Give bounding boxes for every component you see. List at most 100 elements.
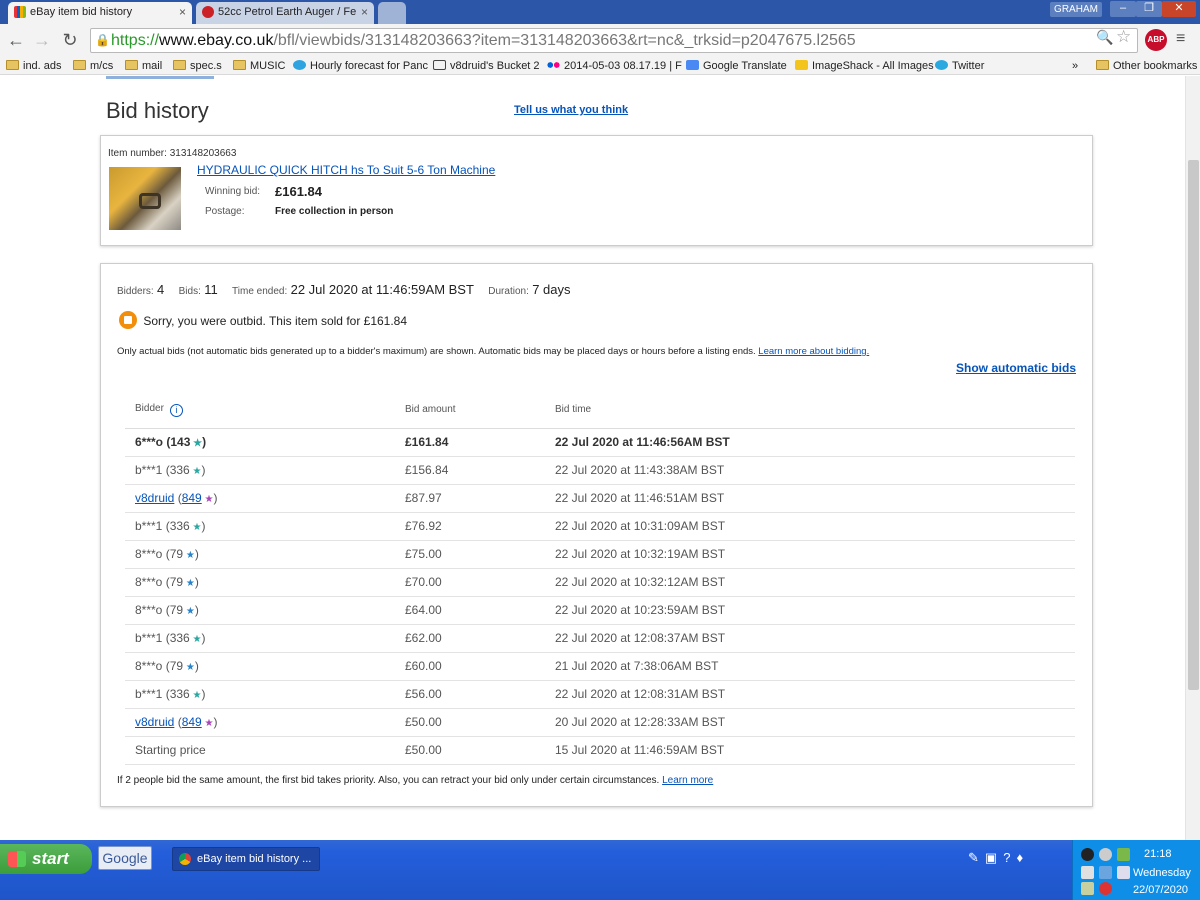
bid-time-cell: 15 Jul 2020 at 11:46:59AM BST [545, 736, 1075, 765]
bookmarks-bar: ind. ads m/cs mail spec.s MUSIC Hourly f… [0, 57, 1200, 75]
maximize-button[interactable]: ❐ [1136, 1, 1162, 17]
quick-launch-tray: ✎ ▣? ♦ [968, 850, 1029, 874]
bid-time-cell: 22 Jul 2020 at 12:08:31AM BST [545, 680, 1075, 709]
imageshack-icon [795, 60, 808, 70]
bids-label: Bids: [178, 286, 201, 297]
chat-icon[interactable]: ▣ [985, 850, 997, 865]
table-row: 8***o (79 ★) £64.00 22 Jul 2020 at 10:23:5… [125, 596, 1075, 625]
bid-history-card: Bidders: 4 Bids: 11 Time ended: 22 Jul 2… [100, 263, 1093, 807]
google-quick-launch[interactable]: Google [98, 846, 152, 870]
twitter-bird-icon [935, 60, 948, 70]
start-button[interactable]: start [0, 844, 92, 874]
feedback-score: 79 [169, 603, 184, 617]
bookmark-mcs[interactable]: m/cs [73, 58, 113, 74]
profile-badge[interactable]: GRAHAM [1050, 2, 1102, 17]
close-window-button[interactable]: ✕ [1162, 1, 1196, 17]
table-row: b***1 (336 ★) £62.00 22 Jul 2020 at 12:08:… [125, 624, 1075, 653]
show-automatic-bids-link[interactable]: Show automatic bids [956, 361, 1076, 375]
bookmark-star-icon[interactable]: ☆ [1116, 27, 1131, 47]
table-row: b***1 (336 ★) £56.00 22 Jul 2020 at 12:08:… [125, 680, 1075, 709]
display-tray-icon[interactable] [1081, 882, 1094, 895]
tab-earth-auger[interactable]: 52cc Petrol Earth Auger / Fe × [196, 2, 374, 24]
bookmark-v8druids-bucket[interactable]: v8druid's Bucket 2 [433, 58, 540, 74]
pen-icon[interactable]: ✎ [968, 850, 979, 865]
tab-close-icon[interactable]: × [179, 2, 186, 22]
bidder-name: 8***o [135, 603, 163, 617]
windows-taskbar: start Google eBay item bid history ... ✎… [0, 840, 1200, 900]
learn-more-bidding-link[interactable]: Learn more about bidding. [758, 346, 869, 357]
bookmark-flickr-photo[interactable]: 2014-05-03 08.17.19 | F [547, 58, 682, 74]
bookmark-imageshack[interactable]: ImageShack - All Images [795, 58, 934, 74]
bidder-name: 8***o [135, 575, 163, 589]
tab-ebay-bid-history[interactable]: eBay item bid history × [8, 2, 192, 24]
bidder-name: 8***o [135, 547, 163, 561]
outbid-alert: Sorry, you were outbid. This item sold f… [119, 311, 407, 329]
help-icon[interactable]: ? [1003, 850, 1010, 865]
bidder-name: b***1 [135, 631, 163, 645]
antivirus-tray-icon[interactable] [1081, 848, 1094, 861]
item-title-link[interactable]: HYDRAULIC QUICK HITCH hs To Suit 5-6 Ton… [197, 163, 495, 177]
feedback-star-icon: ★ [201, 718, 214, 729]
browser-toolbar: ← → ↻ 🔒 https://www.ebay.co.uk/bfl/viewbi… [0, 24, 1200, 57]
feedback-star-icon: ★ [189, 690, 202, 701]
wifi-tray-icon[interactable] [1117, 866, 1130, 879]
minimize-button[interactable]: – [1110, 1, 1136, 17]
winning-bid-value: £161.84 [275, 184, 322, 199]
feedback-link[interactable]: Tell us what you think [514, 104, 628, 116]
feedback-star-icon: ★ [183, 662, 195, 673]
feedback-score[interactable]: 849 [182, 491, 202, 505]
back-arrow-icon[interactable]: ← [4, 29, 28, 53]
feedback-score: 143 [170, 435, 191, 449]
scrollbar-thumb[interactable] [1188, 160, 1199, 690]
new-tab-button[interactable] [378, 2, 406, 24]
clock-time[interactable]: 21:18 [1144, 848, 1172, 860]
bookmark-hourly-forecast[interactable]: Hourly forecast for Panc [293, 58, 428, 74]
learn-more-retraction-link[interactable]: Learn more [662, 775, 713, 786]
network-tray-icon[interactable] [1099, 848, 1112, 861]
taskbar-window-ebay[interactable]: eBay item bid history ... [172, 847, 320, 871]
bidder-cell: 8***o (79 ★) [125, 596, 395, 625]
adblock-plus-icon[interactable]: ABP [1145, 29, 1167, 51]
page-scrollbar[interactable] [1185, 76, 1200, 840]
bid-time-cell: 22 Jul 2020 at 10:31:09AM BST [545, 512, 1075, 541]
bids-note: Only actual bids (not automatic bids gen… [117, 346, 870, 357]
bookmarks-overflow-chevron-icon[interactable]: » [1072, 58, 1078, 74]
bookmark-twitter[interactable]: Twitter [935, 58, 984, 74]
bid-amount-cell: £50.00 [395, 736, 545, 765]
forward-arrow-icon[interactable]: → [30, 29, 54, 53]
other-bookmarks[interactable]: Other bookmarks [1096, 58, 1197, 74]
bookmark-ind-ads[interactable]: ind. ads [6, 58, 62, 74]
tab-title: eBay item bid history [30, 6, 133, 18]
zoom-icon[interactable]: 🔍 [1096, 29, 1113, 46]
bookmark-mail[interactable]: mail [125, 58, 162, 74]
feedback-score: 336 [169, 519, 190, 533]
menu-icon[interactable]: ≡ [1176, 30, 1185, 48]
bulb-icon[interactable]: ♦ [1016, 850, 1023, 865]
feedback-score[interactable]: 849 [182, 715, 202, 729]
bookmark-google-translate[interactable]: Google Translate [686, 58, 787, 74]
bookmark-specs[interactable]: spec.s [173, 58, 222, 74]
column-header-bid-amount: Bid amount [395, 392, 545, 429]
bidder-name: 8***o [135, 659, 163, 673]
reload-icon[interactable]: ↻ [58, 29, 82, 53]
lock-icon: 🔒 [95, 33, 110, 47]
bid-time-cell: 22 Jul 2020 at 11:46:56AM BST [545, 428, 1075, 457]
security-tray-icon[interactable] [1099, 882, 1112, 895]
tab-close-icon[interactable]: × [361, 2, 368, 22]
yr-weather-icon [293, 60, 306, 70]
folder-icon [73, 60, 86, 70]
camera-icon [433, 60, 446, 70]
info-icon[interactable]: i [169, 403, 183, 417]
duration-label: Duration: [488, 286, 529, 297]
folder-icon [173, 60, 186, 70]
bidder-cell: b***1 (336 ★) [125, 624, 395, 653]
bidder-profile-link[interactable]: v8druid [135, 491, 174, 505]
sync-tray-icon[interactable] [1099, 866, 1112, 879]
bookmark-music[interactable]: MUSIC [233, 58, 285, 74]
address-bar[interactable]: 🔒 https://www.ebay.co.uk/bfl/viewbids/313… [90, 28, 1138, 53]
bidder-profile-link[interactable]: v8druid [135, 715, 174, 729]
bid-amount-cell: £75.00 [395, 540, 545, 569]
update-tray-icon[interactable] [1117, 848, 1130, 861]
volume-tray-icon[interactable] [1081, 866, 1094, 879]
item-thumbnail[interactable] [109, 167, 181, 230]
